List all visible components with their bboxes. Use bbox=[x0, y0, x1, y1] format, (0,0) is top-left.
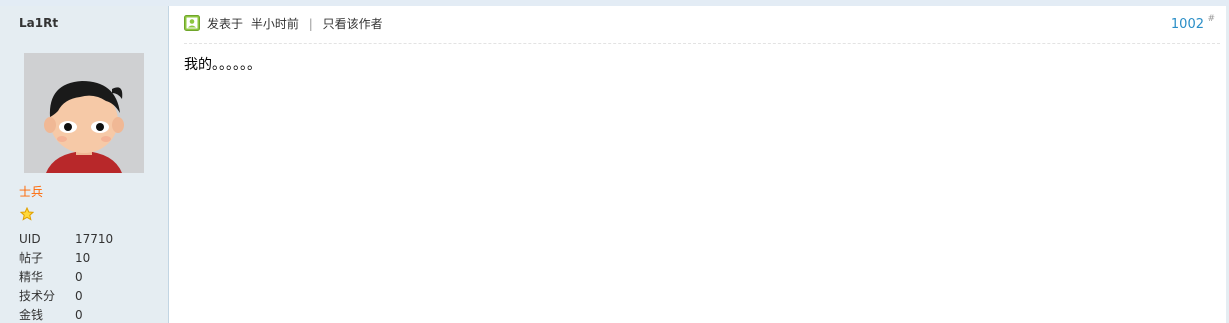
posted-time: 半小时前 bbox=[250, 17, 299, 31]
stat-value[interactable]: 10 bbox=[75, 249, 90, 268]
stat-value: 0 bbox=[75, 289, 83, 303]
stat-value[interactable]: 17710 bbox=[75, 230, 113, 249]
stat-value: 0 bbox=[75, 308, 83, 322]
stat-label: 金钱 bbox=[19, 308, 44, 322]
stat-label: 帖子 bbox=[19, 251, 44, 265]
stat-row-posts: 帖子 10 bbox=[19, 249, 113, 268]
post-meta: 发表于 半小时前 | 只看该作者 bbox=[207, 15, 383, 32]
stat-label: UID bbox=[19, 232, 41, 246]
floor-suffix: # bbox=[1207, 14, 1215, 24]
meta-separator: | bbox=[308, 17, 313, 31]
stat-row-money: 金钱 0 bbox=[19, 306, 113, 323]
only-author-link[interactable]: 只看该作者 bbox=[323, 17, 383, 31]
top-border bbox=[0, 0, 1229, 6]
stat-label: 精华 bbox=[19, 270, 44, 284]
floor-number-link[interactable]: 1002 bbox=[1171, 17, 1204, 32]
author-rank[interactable]: 士兵 bbox=[19, 183, 43, 200]
user-online-icon bbox=[184, 15, 200, 31]
post-content: 我的。。。。。。 bbox=[184, 57, 261, 73]
author-username[interactable]: La1Rt bbox=[19, 16, 58, 30]
stat-label: 技术分 bbox=[19, 289, 56, 303]
stat-value[interactable]: 0 bbox=[75, 268, 83, 287]
stat-row-digest: 精华 0 bbox=[19, 268, 113, 287]
author-avatar[interactable] bbox=[24, 53, 144, 173]
author-stats: UID 17710 帖子 10 精华 0 技术分 0 金钱 0 bbox=[19, 230, 113, 323]
star-icon bbox=[20, 207, 34, 221]
posted-prefix: 发表于 bbox=[207, 17, 244, 31]
post-header: 发表于 半小时前 | 只看该作者 1002 # bbox=[184, 12, 1220, 44]
stat-row-uid: UID 17710 bbox=[19, 230, 113, 249]
stat-row-tech-score: 技术分 0 bbox=[19, 287, 113, 306]
author-sidebar: La1Rt 士兵 UID 17710 帖子 10 精华 0 技术分 0 金钱 0 bbox=[0, 6, 169, 323]
avatar-image bbox=[24, 53, 144, 173]
